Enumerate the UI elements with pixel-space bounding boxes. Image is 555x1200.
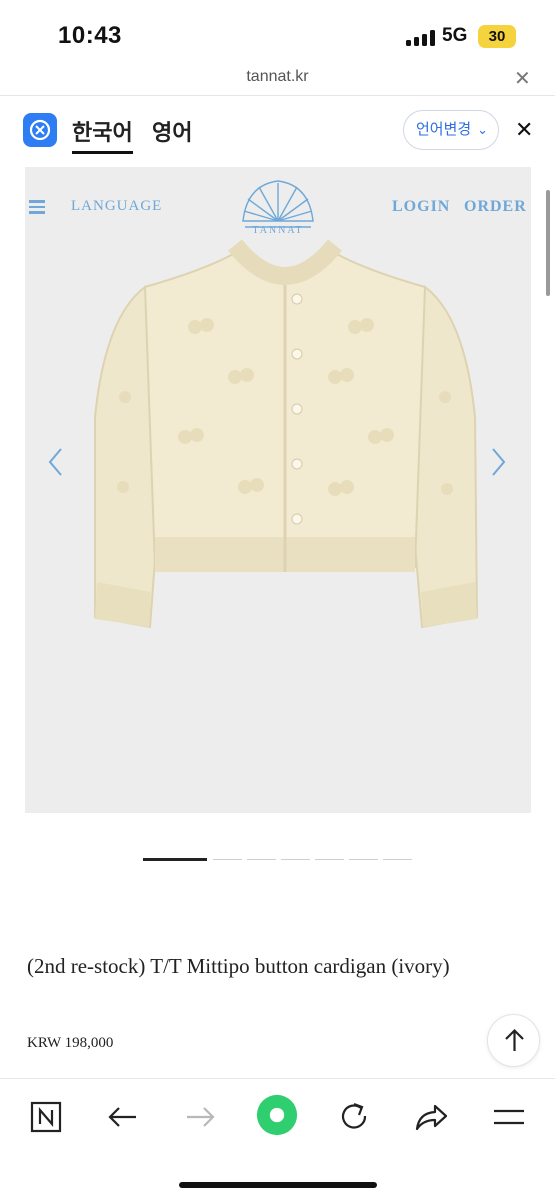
chevron-left-icon[interactable] <box>46 447 66 477</box>
status-time: 10:43 <box>58 22 122 49</box>
translate-logo-icon <box>23 113 57 147</box>
change-language-label: 언어변경 <box>416 121 472 138</box>
scroll-to-top-button[interactable] <box>487 1014 540 1067</box>
url-bar[interactable]: tannat.kr ✕ <box>0 62 555 96</box>
product-title: (2nd re-stock) T/T Mittipo button cardig… <box>27 954 450 978</box>
translate-bar: 한국어 영어 언어변경 ⌄ ✕ <box>0 97 555 165</box>
chevron-right-icon[interactable] <box>488 447 508 477</box>
product-image <box>94 239 479 629</box>
gallery-pager <box>143 858 413 862</box>
nav-login[interactable]: LOGIN <box>392 198 450 216</box>
menu-icon[interactable] <box>487 1095 531 1139</box>
product-image-gallery[interactable]: LANGUAGE TANNAT LOGIN ORDER <box>25 167 531 813</box>
home-circle-icon[interactable] <box>255 1093 301 1139</box>
product-price: KRW 198,000 <box>27 1035 114 1051</box>
signal-icon <box>406 30 436 46</box>
nav-order[interactable]: ORDER <box>464 198 527 216</box>
pager-indicator[interactable] <box>213 859 242 860</box>
forward-arrow-icon[interactable] <box>178 1095 222 1139</box>
back-arrow-icon[interactable] <box>101 1095 145 1139</box>
scrollbar[interactable] <box>546 190 550 296</box>
pager-indicator[interactable] <box>247 859 276 860</box>
pager-indicator[interactable] <box>315 859 344 860</box>
brand-name: TANNAT <box>252 225 304 236</box>
network-type: 5G <box>442 25 468 46</box>
close-translate-icon[interactable]: ✕ <box>515 117 533 143</box>
pager-indicator[interactable] <box>349 859 378 860</box>
arrow-up-icon <box>505 1028 524 1051</box>
tab-korean[interactable]: 한국어 <box>72 115 133 154</box>
chevron-down-icon: ⌄ <box>477 122 488 137</box>
change-language-button[interactable]: 언어변경 ⌄ <box>403 110 499 150</box>
naver-n-icon[interactable] <box>24 1095 68 1139</box>
tab-english[interactable]: 영어 <box>152 115 192 147</box>
pager-indicator[interactable] <box>143 858 207 861</box>
reload-icon[interactable] <box>332 1095 376 1139</box>
home-indicator <box>179 1182 377 1188</box>
nav-language[interactable]: LANGUAGE <box>71 198 162 215</box>
status-bar: 10:43 5G 30 <box>0 0 555 62</box>
url-text[interactable]: tannat.kr <box>0 68 555 86</box>
share-icon[interactable] <box>409 1095 453 1139</box>
browser-toolbar <box>0 1078 555 1200</box>
battery-indicator: 30 <box>478 25 516 48</box>
hamburger-menu-icon[interactable] <box>29 200 45 214</box>
pager-indicator[interactable] <box>383 859 412 860</box>
pager-indicator[interactable] <box>281 859 310 860</box>
close-icon[interactable]: ✕ <box>514 66 531 91</box>
